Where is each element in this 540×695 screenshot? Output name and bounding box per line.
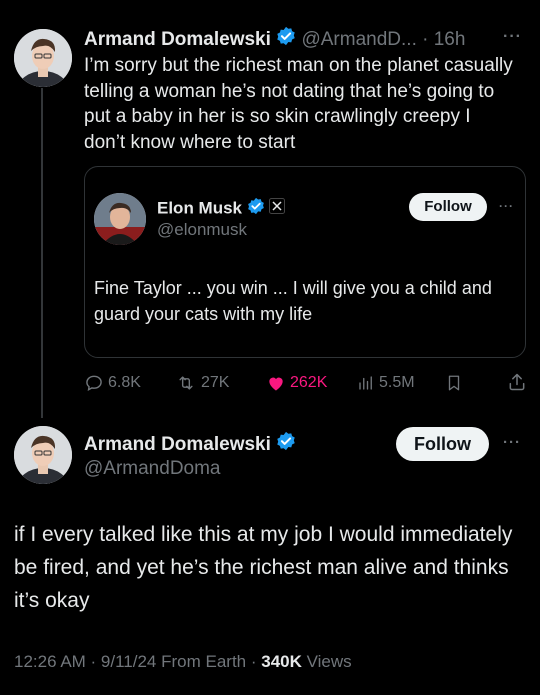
follow-button[interactable]: Follow xyxy=(396,427,489,461)
avatar[interactable] xyxy=(14,29,72,87)
views-label: Views xyxy=(301,652,352,671)
retweet-icon xyxy=(179,376,193,390)
like-count: 262K xyxy=(290,374,328,391)
views-count: 5.5M xyxy=(379,374,415,391)
author-name[interactable]: Armand Domalewski xyxy=(84,29,271,50)
reply-action[interactable]: 6.8K xyxy=(84,372,141,394)
tweet-text: I’m sorry but the richest man on the pla… xyxy=(84,55,513,153)
views-icon xyxy=(359,376,372,390)
author-name[interactable]: Armand Domalewski xyxy=(84,434,271,455)
reply-meta: 12:26 AM · 9/11/24 From Earth · 340K Vie… xyxy=(14,650,352,674)
x-affiliation-icon xyxy=(269,198,286,220)
reply-handle[interactable]: @ArmandDoma xyxy=(84,457,221,481)
more-icon[interactable]: ··· xyxy=(499,199,514,213)
retweet-action[interactable]: 27K xyxy=(175,372,229,394)
heart-icon xyxy=(269,377,283,391)
verified-badge-icon xyxy=(276,26,296,54)
more-icon[interactable]: ··· xyxy=(503,28,522,46)
views-count: 340K xyxy=(261,652,302,671)
tweet-header: Armand Domalewski @ArmandD... · 16h xyxy=(84,26,524,52)
follow-button[interactable]: Follow xyxy=(409,193,487,221)
quote-header: Elon Musk xyxy=(157,197,286,221)
more-icon[interactable]: ··· xyxy=(503,434,521,451)
quote-author-name[interactable]: Elon Musk xyxy=(157,198,242,217)
reply-icon xyxy=(86,375,102,391)
verified-badge-icon xyxy=(276,431,296,459)
reply-header: Armand Domalewski xyxy=(84,431,296,457)
quote-text: Fine Taylor ... you win ... I will give … xyxy=(94,278,492,324)
quote-handle[interactable]: @elonmusk xyxy=(157,219,247,241)
reply-text: if I every talked like this at my job I … xyxy=(14,523,513,612)
bookmark-icon[interactable] xyxy=(445,373,463,398)
like-action[interactable]: 262K xyxy=(266,372,327,394)
avatar[interactable] xyxy=(94,193,146,245)
reply-count: 6.8K xyxy=(108,374,141,391)
views-action[interactable]: 5.5M xyxy=(357,372,415,394)
timestamp[interactable]: 12:26 AM · 9/11/24 From Earth · xyxy=(14,652,261,671)
handle-and-time[interactable]: @ArmandD... · 16h xyxy=(301,29,465,50)
share-icon[interactable] xyxy=(507,372,527,397)
avatar[interactable] xyxy=(14,426,72,484)
verified-badge-icon xyxy=(247,197,265,221)
retweet-count: 27K xyxy=(201,374,230,391)
thread-line xyxy=(41,88,43,418)
